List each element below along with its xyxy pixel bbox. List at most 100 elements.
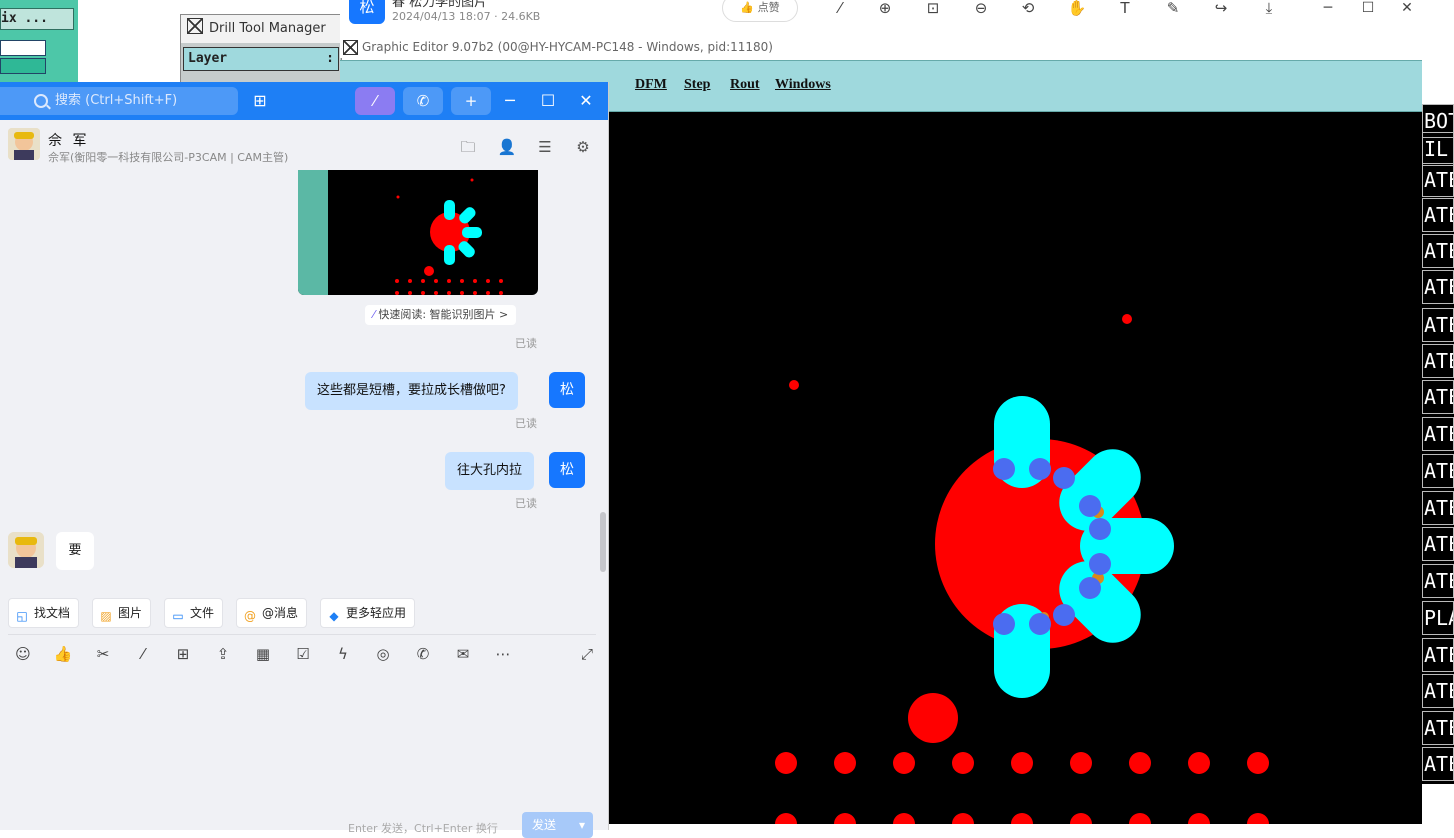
maximize-icon[interactable]: ☐ — [1358, 0, 1378, 16]
ai-assistant-button[interactable]: ⁄ — [355, 87, 395, 115]
layer-selector[interactable]: Layer : — [183, 47, 339, 71]
layer-item[interactable]: ATE — [1422, 674, 1454, 708]
matrix-field-active[interactable] — [0, 58, 46, 74]
zoom-out-icon[interactable]: ⊖ — [971, 0, 991, 16]
find-docs-label: 找文档 — [34, 606, 71, 620]
magic-wand-icon[interactable]: ⁄ — [830, 0, 850, 16]
at-icon: @ — [244, 609, 256, 623]
my-avatar[interactable]: 松 — [549, 452, 585, 488]
search-history-icon[interactable]: ☰ — [535, 138, 555, 156]
plus-icon: + — [464, 92, 478, 110]
apps-grid-icon[interactable]: ⊞ — [251, 92, 269, 110]
contact-subtitle: 佘军(衡阳零一科技有限公司-P3CAM | CAM主管) — [48, 151, 289, 164]
folder-icon[interactable]: 🗀 — [458, 138, 478, 156]
new-doc-icon[interactable]: ⊞ — [172, 645, 194, 663]
message-bubble-sent[interactable]: 这些都是短槽，要拉成长槽做吧? — [305, 372, 518, 410]
scissors-icon[interactable]: ✂ — [92, 645, 114, 663]
layer-item[interactable]: IL — [1422, 132, 1454, 166]
search-input[interactable]: 搜索 (Ctrl+Shift+F) — [0, 87, 238, 115]
layer-item[interactable]: ATE — [1422, 270, 1454, 304]
mentions-button[interactable]: @ @消息 — [236, 598, 308, 628]
magic-wand-icon: ⁄ — [373, 92, 377, 110]
layer-item[interactable]: ATE — [1422, 163, 1454, 197]
expand-icon[interactable]: ⤢ — [576, 645, 598, 663]
chevron-down-icon[interactable]: ▾ — [579, 812, 585, 838]
layer-colon: : — [326, 51, 334, 66]
close-icon[interactable]: ✕ — [1397, 0, 1417, 16]
menu-windows[interactable]: Windows — [775, 77, 831, 93]
layer-item[interactable]: ATE — [1422, 198, 1454, 232]
more-icon[interactable]: ⋯ — [492, 645, 514, 663]
upload-icon[interactable]: ⇪ — [212, 645, 234, 663]
layer-item[interactable]: ATE — [1422, 234, 1454, 268]
layer-item[interactable]: ATE — [1422, 747, 1454, 781]
send-button[interactable]: 发送 ▾ — [522, 812, 593, 838]
thumbnail-drawing — [395, 178, 503, 295]
edit-image-icon[interactable]: ✎ — [1163, 0, 1183, 16]
layer-item[interactable]: ATE — [1422, 527, 1454, 561]
matrix-window: ix ... — [0, 0, 78, 90]
layer-item[interactable]: ATE — [1422, 454, 1454, 488]
matrix-field[interactable] — [0, 40, 46, 56]
layer-item[interactable]: ATE — [1422, 308, 1454, 342]
contact-avatar[interactable] — [8, 532, 44, 568]
x-app-icon — [343, 40, 358, 55]
layer-item[interactable]: PLA — [1422, 601, 1454, 635]
text-recognize-icon[interactable]: T — [1115, 0, 1135, 16]
download-icon[interactable]: ⤓ — [1259, 0, 1279, 16]
thumbs-up-icon[interactable]: 👍 — [52, 645, 74, 663]
message-bubble-sent[interactable]: 往大孔内拉 — [445, 452, 535, 490]
rotate-icon[interactable]: ⟲ — [1018, 0, 1038, 16]
layer-item[interactable]: ATE — [1422, 417, 1454, 451]
drill-tool-manager-titlebar[interactable]: Drill Tool Manager — [181, 15, 341, 43]
layer-item[interactable]: ATE — [1422, 564, 1454, 598]
actual-size-icon[interactable]: ⊡ — [923, 0, 943, 16]
layer-item[interactable]: ATE — [1422, 711, 1454, 745]
send-hint: Enter 发送，Ctrl+Enter 换行 — [348, 822, 498, 835]
layer-item[interactable]: ATE — [1422, 491, 1454, 525]
settings-icon[interactable]: ⚙ — [573, 138, 593, 156]
screen-share-icon[interactable]: ◎ — [372, 645, 394, 663]
my-avatar[interactable]: 松 — [549, 372, 585, 408]
calendar-icon[interactable]: ▦ — [252, 645, 274, 663]
add-button[interactable]: + — [451, 87, 491, 115]
more-apps-button[interactable]: ◆ 更多轻应用 — [320, 598, 416, 628]
menu-step[interactable]: Step — [684, 77, 710, 93]
like-button[interactable]: 👍 点赞 — [722, 0, 798, 22]
phone-icon: ✆ — [416, 92, 430, 110]
slash-command-icon[interactable]: ⁄ — [132, 645, 154, 663]
files-button[interactable]: ▭ 文件 — [164, 598, 224, 628]
avatar-illustration — [8, 532, 44, 568]
add-member-icon[interactable]: 👤 — [497, 138, 517, 156]
emoji-icon[interactable]: ☺ — [12, 645, 34, 663]
task-check-icon[interactable]: ☑ — [292, 645, 314, 663]
contact-bar: 佘 军 佘军(衡阳零一科技有限公司-P3CAM | CAM主管) 🗀 👤 ☰ ⚙ — [0, 120, 608, 170]
ai-quick-read-button[interactable]: ⁄ 快速阅读: 智能识别图片 > — [365, 305, 517, 325]
hand-icon[interactable]: ✋ — [1067, 0, 1087, 16]
call-button[interactable]: ✆ — [403, 87, 443, 115]
contact-avatar[interactable] — [8, 128, 40, 160]
chat-scrollbar[interactable] — [600, 512, 606, 572]
minimize-icon[interactable]: ─ — [501, 92, 519, 110]
maximize-icon[interactable]: ☐ — [539, 92, 557, 110]
menu-dfm[interactable]: DFM — [635, 77, 667, 93]
menu-rout[interactable]: Rout — [730, 77, 760, 93]
close-icon[interactable]: ✕ — [577, 92, 595, 110]
minimize-icon[interactable]: ─ — [1318, 0, 1338, 16]
drill-tool-manager-window: Drill Tool Manager Layer : — [180, 14, 342, 92]
layer-item[interactable]: ATE — [1422, 638, 1454, 672]
layer-item[interactable]: ATE — [1422, 344, 1454, 378]
find-docs-button[interactable]: ◱ 找文档 — [8, 598, 80, 628]
image-message[interactable] — [298, 170, 538, 295]
graphic-editor-titlebar[interactable]: Graphic Editor 9.07b2 (00@HY-HYCAM-PC148… — [340, 36, 1422, 58]
layer-item[interactable]: ATE — [1422, 380, 1454, 414]
share-icon[interactable]: ↪ — [1211, 0, 1231, 16]
images-button[interactable]: ▨ 图片 — [92, 598, 152, 628]
phone-icon[interactable]: ✆ — [412, 645, 434, 663]
small-pad — [1122, 314, 1132, 324]
message-bubble-received[interactable]: 要 — [56, 532, 94, 570]
zoom-in-icon[interactable]: ⊕ — [875, 0, 895, 16]
matrix-title[interactable]: ix ... — [0, 8, 74, 30]
lightning-icon[interactable]: ϟ — [332, 645, 354, 663]
mail-icon[interactable]: ✉ — [452, 645, 474, 663]
